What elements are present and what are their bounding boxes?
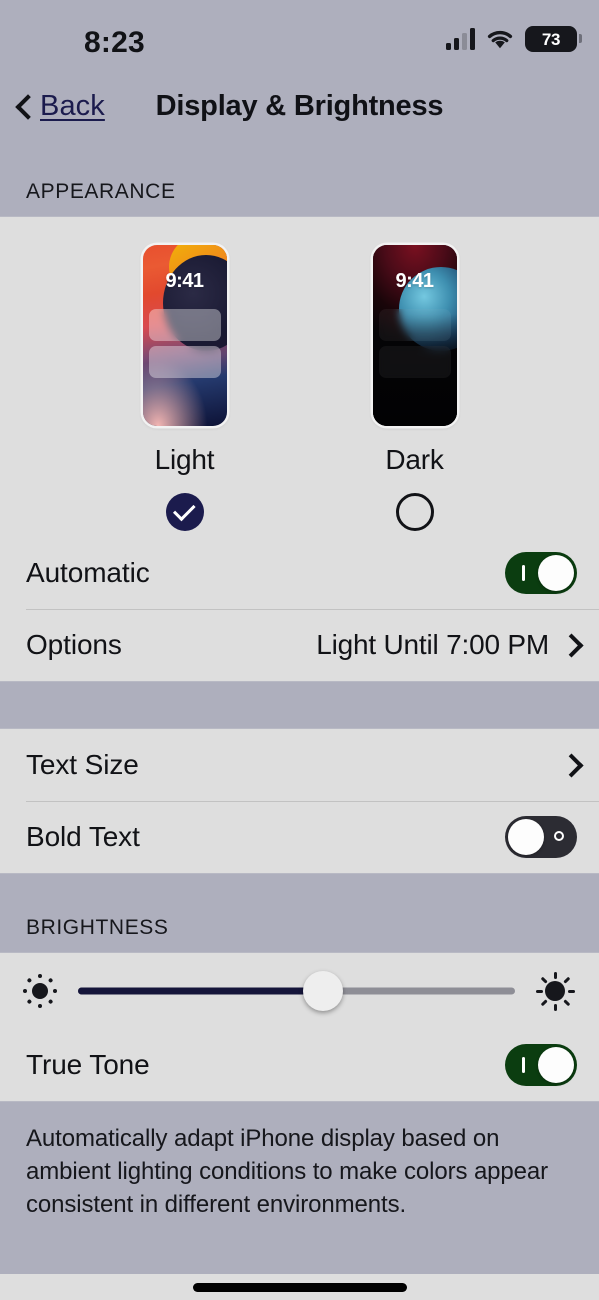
options-value: Light Until 7:00 PM <box>316 629 549 660</box>
home-indicator-bar[interactable] <box>192 1282 407 1292</box>
toggle-knob <box>538 1047 574 1083</box>
light-preview-notifications <box>148 309 221 383</box>
true-tone-label: True Tone <box>26 1049 150 1080</box>
appearance-card: 9:41 Light 9:41 Dark Automatic Options L… <box>0 216 599 682</box>
cellular-signal-icon <box>446 28 475 50</box>
notification-card <box>148 309 221 341</box>
light-preview-time: 9:41 <box>165 270 204 292</box>
notification-card <box>378 346 451 378</box>
page-title: Display & Brightness <box>155 90 444 122</box>
iphone-settings-screen: 8:23 73 Back Display & Brightness APPEAR… <box>0 0 599 1300</box>
dark-mode-radio-unselected[interactable] <box>395 493 434 531</box>
row-brightness-slider <box>0 953 599 1029</box>
true-tone-toggle[interactable] <box>505 1044 577 1086</box>
navigation-bar: Back Display & Brightness <box>0 78 599 152</box>
slider-thumb[interactable] <box>302 971 343 1011</box>
toggle-knob <box>538 555 574 591</box>
light-mode-radio-selected[interactable] <box>165 493 204 531</box>
home-indicator-area <box>0 1274 599 1300</box>
brightness-card: True Tone <box>0 952 599 1102</box>
sun-min-icon <box>20 971 60 1011</box>
slider-track-fill <box>78 987 323 995</box>
status-bar-time: 8:23 <box>84 26 145 59</box>
notification-card <box>378 309 451 341</box>
status-bar: 8:23 73 <box>0 0 599 78</box>
toggle-knob <box>508 819 544 855</box>
toggle-on-mark-icon <box>522 565 525 581</box>
appearance-options: 9:41 Light 9:41 Dark <box>0 217 599 537</box>
light-mode-label: Light <box>154 444 215 475</box>
notification-card <box>148 346 221 378</box>
checkmark-icon <box>172 498 196 522</box>
brightness-slider[interactable] <box>78 971 515 1011</box>
dark-mode-label: Dark <box>385 444 444 475</box>
battery-level-label: 73 <box>541 29 561 49</box>
chevron-right-icon <box>563 632 577 658</box>
chevron-right-icon <box>563 752 577 778</box>
light-mode-preview: 9:41 <box>142 245 227 426</box>
row-options[interactable]: Options Light Until 7:00 PM <box>0 609 599 681</box>
text-size-label: Text Size <box>26 749 139 780</box>
row-text-size[interactable]: Text Size <box>0 729 599 801</box>
dark-preview-notifications <box>378 309 451 383</box>
wifi-icon <box>486 29 514 50</box>
bold-text-label: Bold Text <box>26 821 140 852</box>
appearance-option-dark[interactable]: 9:41 Dark <box>372 245 457 531</box>
toggle-off-mark-icon <box>554 831 564 841</box>
battery-icon: 73 <box>525 26 582 52</box>
sun-max-icon <box>533 969 577 1013</box>
automatic-toggle[interactable] <box>505 552 577 594</box>
row-true-tone[interactable]: True Tone <box>0 1029 599 1101</box>
appearance-option-light[interactable]: 9:41 Light <box>142 245 227 531</box>
bold-text-toggle[interactable] <box>505 816 577 858</box>
dark-mode-preview: 9:41 <box>372 245 457 426</box>
dark-preview-time: 9:41 <box>395 270 434 292</box>
appearance-section-header: APPEARANCE <box>0 152 599 216</box>
options-label: Options <box>26 629 122 660</box>
automatic-label: Automatic <box>26 557 150 588</box>
row-bold-text[interactable]: Bold Text <box>0 801 599 873</box>
true-tone-description: Automatically adapt iPhone display based… <box>0 1102 599 1222</box>
text-settings-card: Text Size Bold Text <box>0 728 599 874</box>
row-automatic[interactable]: Automatic <box>0 537 599 609</box>
toggle-on-mark-icon <box>522 1057 525 1073</box>
section-gap <box>0 682 599 728</box>
brightness-section-header: BRIGHTNESS <box>0 874 599 952</box>
status-bar-indicators: 73 <box>446 26 582 52</box>
